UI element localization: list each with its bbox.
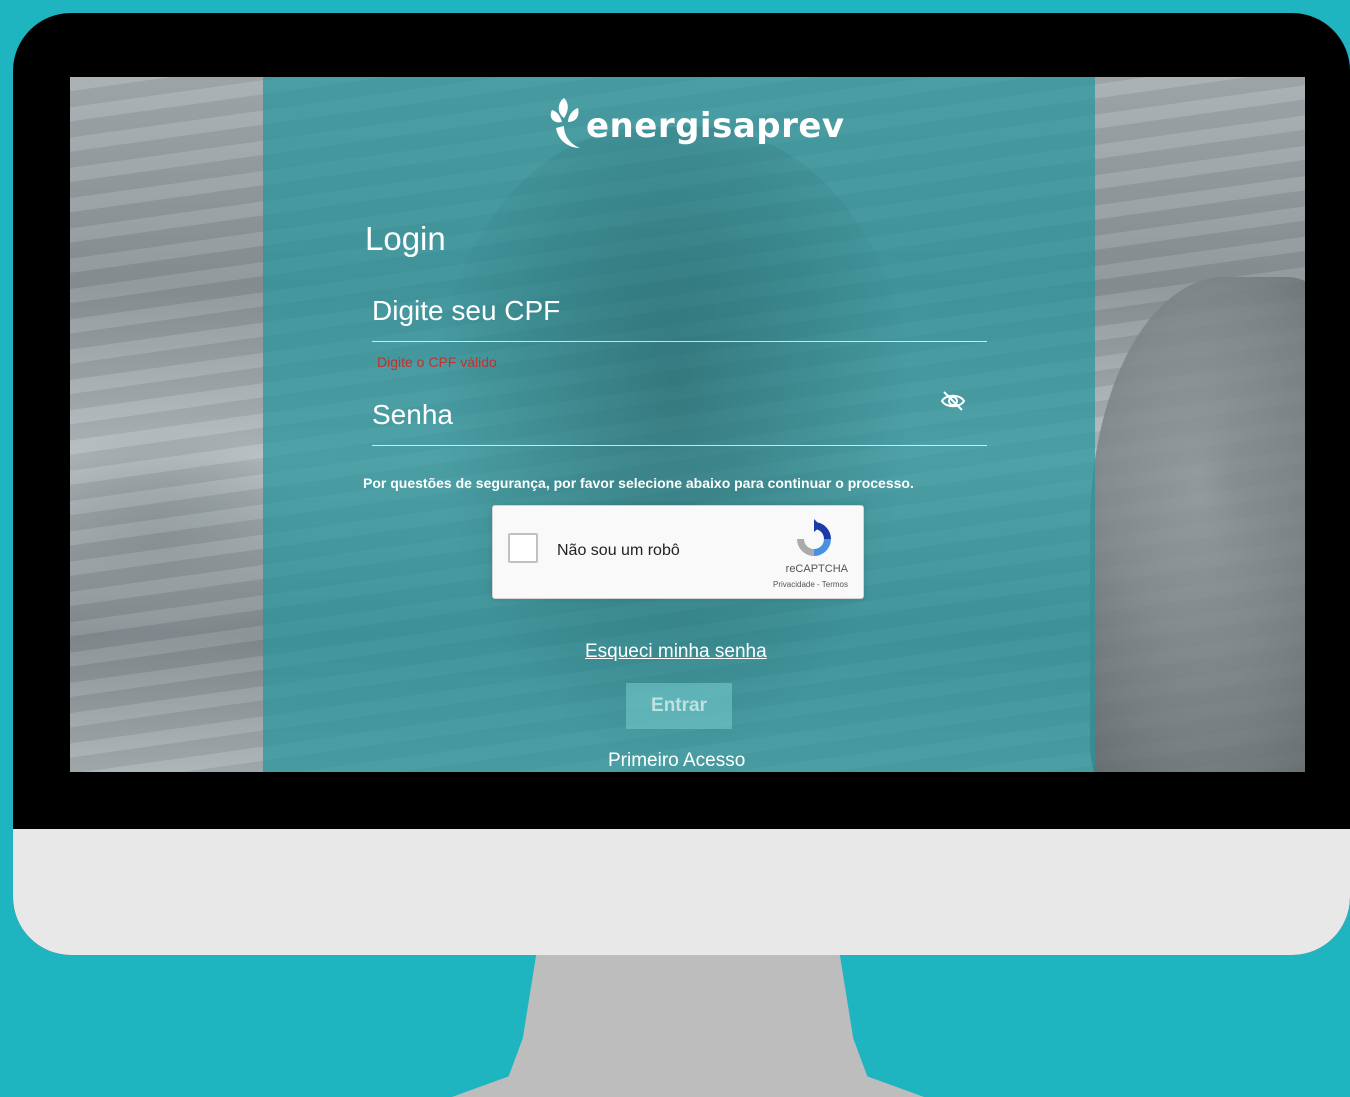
password-input[interactable]: Senha xyxy=(372,399,987,446)
recaptcha-checkbox[interactable] xyxy=(508,533,538,563)
forgot-password-link[interactable]: Esqueci minha senha xyxy=(585,641,767,663)
background-photo xyxy=(1090,277,1305,772)
cpf-input[interactable]: Digite seu CPF xyxy=(372,295,987,342)
eye-off-icon[interactable] xyxy=(939,389,967,413)
recaptcha-privacy-links[interactable]: Privacidade - Termos xyxy=(773,580,848,589)
security-notice: Por questões de segurança, por favor sel… xyxy=(363,475,914,491)
monitor-chin xyxy=(13,829,1350,955)
cpf-error-message: Digite o CPF válido xyxy=(377,354,497,370)
login-panel: energisaprev Login Digite seu CPF Digite… xyxy=(263,77,1095,772)
recaptcha-logo-icon xyxy=(797,519,831,556)
recaptcha-label: Não sou um robô xyxy=(557,542,680,559)
page-title: Login xyxy=(365,220,446,257)
recaptcha-widget: Não sou um robô reCAPTCHA Privacidade - … xyxy=(492,505,864,599)
monitor-frame: energisaprev Login Digite seu CPF Digite… xyxy=(13,13,1350,955)
screen: energisaprev Login Digite seu CPF Digite… xyxy=(70,77,1305,772)
submit-button[interactable]: Entrar xyxy=(626,683,732,729)
brand-name: energisaprev xyxy=(586,106,845,146)
monitor-stand xyxy=(452,950,924,1097)
recaptcha-brand: reCAPTCHA xyxy=(785,563,848,575)
first-access-link[interactable]: Primeiro Acesso xyxy=(608,750,745,772)
leaf-logo-icon xyxy=(550,98,580,148)
brand-logo: energisaprev xyxy=(546,93,845,153)
